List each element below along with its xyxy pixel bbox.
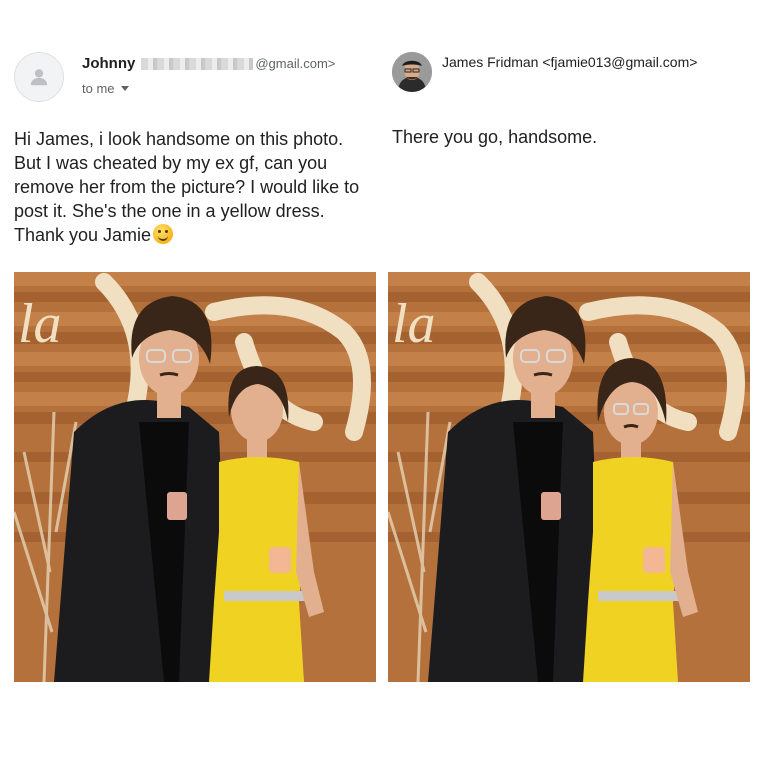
edited-photo[interactable]: la (388, 272, 750, 682)
sender-name: Johnny (82, 55, 136, 72)
hugging-face-icon (153, 224, 174, 244)
photo-scene: la (388, 272, 750, 682)
recipient-label: to me (82, 81, 115, 96)
avatar[interactable] (392, 52, 432, 92)
avatar-portrait (392, 52, 432, 92)
original-photo[interactable]: la (14, 272, 376, 682)
chevron-down-icon (120, 86, 129, 91)
recipient-dropdown[interactable]: to me (82, 81, 129, 96)
person-icon (30, 69, 48, 86)
sign-text: la (392, 293, 436, 355)
photo-scene: la (14, 272, 376, 682)
email-body-text: Hi James, i look handsome on this photo.… (14, 129, 360, 245)
reply-body-text: There you go, handsome. (392, 127, 598, 147)
email-body: Hi James, i look handsome on this photo.… (14, 127, 374, 247)
sender-email-suffix: @gmail.com> (255, 56, 336, 71)
sign-text: la (18, 293, 62, 355)
reply-sender-line: James Fridman <fjamie013@gmail.com> (442, 54, 698, 70)
sender-line: Johnny @gmail.com> (82, 55, 335, 72)
redacted-email (141, 58, 254, 71)
default-avatar[interactable] (14, 52, 64, 102)
